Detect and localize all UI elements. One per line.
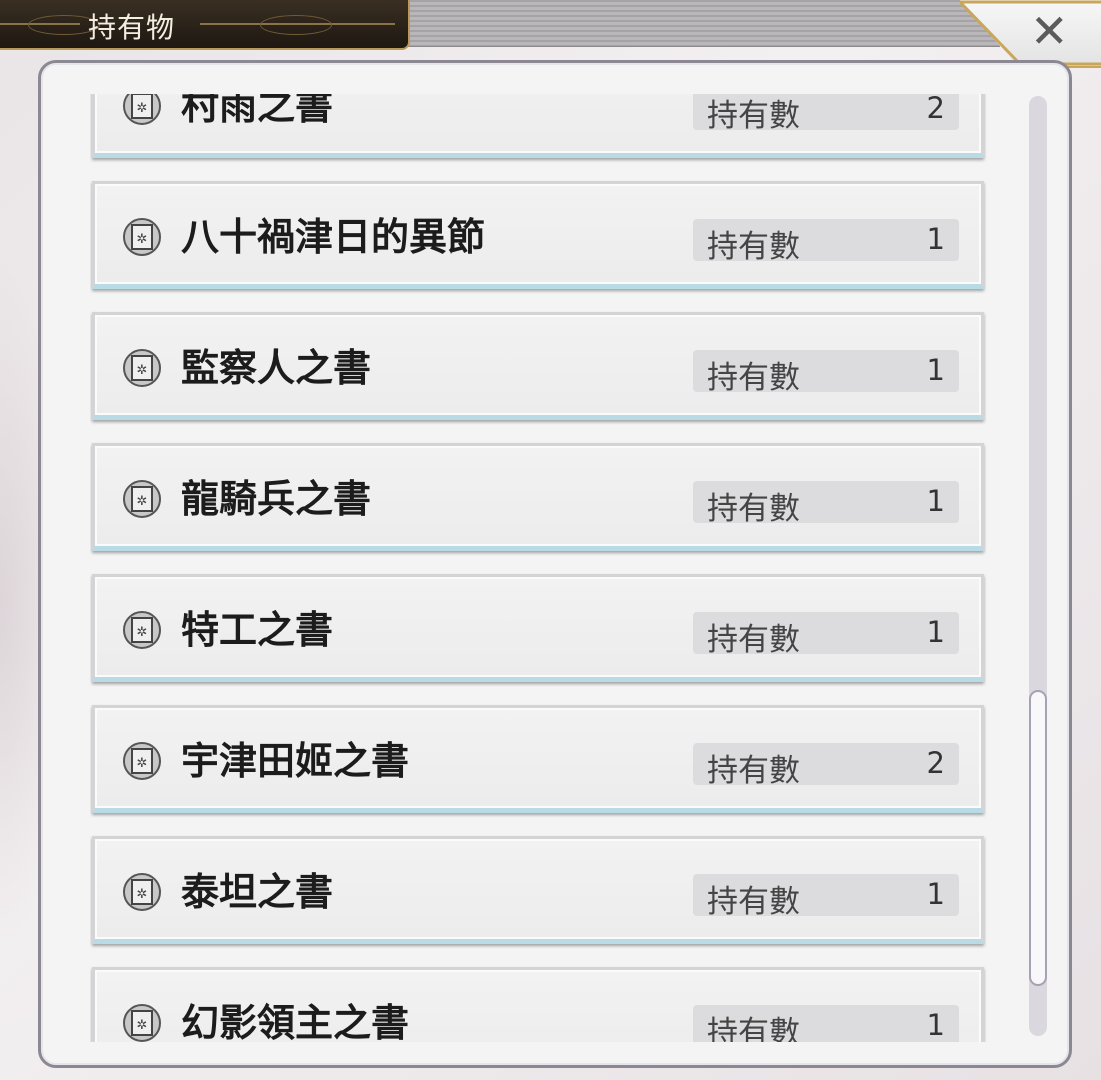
- svg-text:✲: ✲: [137, 625, 148, 640]
- list-item[interactable]: ✲ 村雨之書 持有數 2: [92, 94, 984, 158]
- count-value: 1: [926, 222, 945, 256]
- page-title: 持有物: [88, 11, 176, 44]
- count-box: 持有數 1: [693, 874, 959, 920]
- svg-text:✲: ✲: [137, 1018, 148, 1033]
- count-label: 持有數: [707, 884, 800, 920]
- count-label: 持有數: [707, 622, 800, 658]
- count-box: 持有數 2: [693, 743, 959, 789]
- book-icon: ✲: [123, 218, 161, 256]
- count-value: 1: [926, 1008, 945, 1042]
- svg-text:✲: ✲: [137, 232, 148, 247]
- item-name: 特工之書: [181, 607, 334, 652]
- svg-text:✲: ✲: [137, 756, 148, 771]
- book-icon: ✲: [123, 480, 161, 518]
- svg-text:✲: ✲: [137, 887, 148, 902]
- count-value: 1: [926, 615, 945, 649]
- count-box: 持有數 1: [693, 350, 959, 396]
- item-name: 宇津田姬之書: [181, 738, 410, 783]
- list-item[interactable]: ✲ 八十禍津日的異節 持有數 1: [92, 181, 984, 289]
- list-item[interactable]: ✲ 幻影領主之書 持有數 1: [92, 967, 984, 1042]
- title-ornament-right: [200, 15, 395, 35]
- count-box: 持有數 2: [693, 94, 959, 134]
- title-ornament-left: [0, 15, 100, 35]
- list-item[interactable]: ✲ 監察人之書 持有數 1: [92, 312, 984, 420]
- item-list[interactable]: ✲ 村雨之書 持有數 2 ✲ 八十禍津日的異節 持有數 1 ✲ 監察人之書 持有…: [90, 94, 990, 1042]
- svg-text:✲: ✲: [137, 494, 148, 509]
- title-tab: 持有物: [0, 0, 410, 50]
- svg-text:✲: ✲: [137, 101, 148, 116]
- list-item[interactable]: ✲ 龍騎兵之書 持有數 1: [92, 443, 984, 551]
- book-icon: ✲: [123, 873, 161, 911]
- item-name: 泰坦之書: [181, 869, 334, 914]
- scrollbar-thumb[interactable]: [1029, 690, 1047, 986]
- book-icon: ✲: [123, 742, 161, 780]
- item-name: 監察人之書: [181, 345, 372, 390]
- svg-text:✲: ✲: [137, 363, 148, 378]
- count-value: 1: [926, 353, 945, 387]
- book-icon: ✲: [123, 611, 161, 649]
- count-value: 2: [926, 94, 945, 125]
- list-item[interactable]: ✲ 特工之書 持有數 1: [92, 574, 984, 682]
- count-box: 持有數 1: [693, 612, 959, 658]
- item-name: 村雨之書: [181, 94, 334, 128]
- count-label: 持有數: [707, 1015, 800, 1042]
- close-icon[interactable]: ✕: [1030, 8, 1069, 54]
- count-value: 2: [926, 746, 945, 780]
- scrollbar-track[interactable]: [1029, 96, 1047, 1036]
- count-label: 持有數: [707, 753, 800, 789]
- item-name: 八十禍津日的異節: [181, 214, 486, 259]
- count-label: 持有數: [707, 98, 800, 134]
- count-box: 持有數 1: [693, 219, 959, 265]
- list-item[interactable]: ✲ 泰坦之書 持有數 1: [92, 836, 984, 944]
- count-label: 持有數: [707, 491, 800, 527]
- item-name: 龍騎兵之書: [181, 476, 372, 521]
- count-label: 持有數: [707, 360, 800, 396]
- book-icon: ✲: [123, 349, 161, 387]
- book-icon: ✲: [123, 94, 161, 125]
- count-label: 持有數: [707, 229, 800, 265]
- count-value: 1: [926, 877, 945, 911]
- item-name: 幻影領主之書: [181, 1000, 410, 1042]
- count-box: 持有數 1: [693, 1005, 959, 1042]
- header-strip: [400, 0, 1000, 47]
- count-box: 持有數 1: [693, 481, 959, 527]
- count-value: 1: [926, 484, 945, 518]
- list-item[interactable]: ✲ 宇津田姬之書 持有數 2: [92, 705, 984, 813]
- book-icon: ✲: [123, 1004, 161, 1042]
